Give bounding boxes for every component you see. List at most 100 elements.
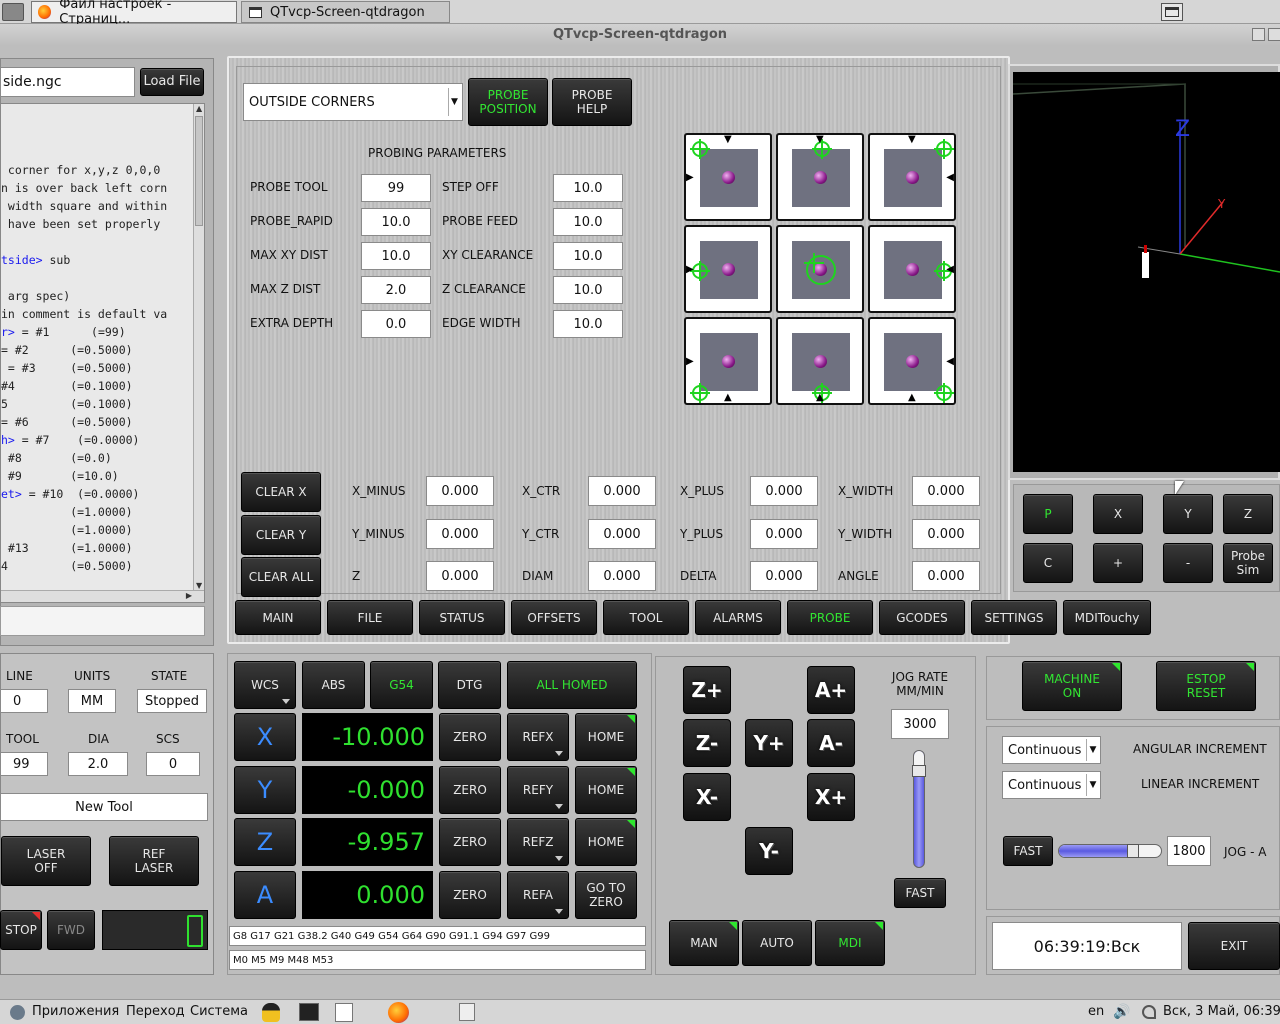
text-editor-icon[interactable] — [335, 1003, 353, 1022]
linear-increment-select[interactable]: Continuous ▼ — [1002, 771, 1101, 799]
clear-button[interactable]: CLEAR X — [241, 472, 321, 512]
axis-y-button[interactable]: Y — [234, 766, 296, 814]
ref-laser-button[interactable]: REF LASER — [109, 836, 199, 886]
jog-a-plus-button[interactable]: A+ — [807, 666, 855, 714]
tab-main[interactable]: MAIN — [235, 600, 321, 635]
minimize-icon[interactable] — [1252, 28, 1265, 41]
exit-button[interactable]: EXIT — [1188, 922, 1280, 970]
zero-z-button[interactable]: ZERO — [439, 818, 501, 866]
jog-y-plus-button[interactable]: Y+ — [745, 719, 793, 767]
slider-handle[interactable] — [1127, 844, 1139, 858]
param-input[interactable]: 0.0 — [361, 310, 431, 338]
menu-applications[interactable]: Приложения — [32, 1004, 119, 1019]
jog-y-minus-button[interactable]: Y- — [745, 827, 793, 875]
tab-settings[interactable]: SETTINGS — [971, 600, 1057, 635]
jog-z-plus-button[interactable]: Z+ — [683, 666, 731, 714]
probe-diagram-cell[interactable]: ▶ — [684, 225, 772, 313]
ref-y-button[interactable]: REFY — [507, 766, 569, 814]
preview-button-2[interactable]: Y — [1163, 494, 1213, 534]
probe-diagram-cell[interactable]: ▼ ▶ — [684, 133, 772, 221]
tab-offsets[interactable]: OFFSETS — [511, 600, 597, 635]
tab-status[interactable]: STATUS — [419, 600, 505, 635]
network-icon[interactable] — [1142, 1005, 1156, 1019]
probe-diagram-cell[interactable]: ▲ — [776, 317, 864, 405]
probe-diagram-cell[interactable]: ◀ — [868, 225, 956, 313]
probe-diagram-cell[interactable]: ▼ — [776, 133, 864, 221]
mode-man-button[interactable]: MAN — [669, 920, 739, 966]
param-input[interactable]: 99 — [361, 174, 431, 202]
param-input[interactable]: 10.0 — [553, 208, 623, 236]
home-x-button[interactable]: HOME — [575, 713, 637, 761]
ref-a-button[interactable]: REFA — [507, 871, 569, 919]
probe-diagram-cell[interactable] — [776, 225, 864, 313]
ref-z-button[interactable]: REFZ — [507, 818, 569, 866]
probe-diagram-cell[interactable]: ▼ ◀ — [868, 133, 956, 221]
jog-a-fast-button[interactable]: FAST — [1003, 836, 1053, 866]
angular-increment-select[interactable]: Continuous ▼ — [1002, 736, 1101, 764]
machine-on-button[interactable]: MACHINE ON — [1022, 661, 1122, 711]
jog-x-minus-button[interactable]: X- — [683, 773, 731, 821]
home-a-button[interactable]: GO TO ZERO — [575, 871, 637, 919]
param-input[interactable]: 10.0 — [553, 242, 623, 270]
firefox-icon[interactable] — [388, 1002, 409, 1023]
home-y-button[interactable]: HOME — [575, 766, 637, 814]
tux-icon[interactable] — [262, 1003, 280, 1022]
estop-reset-button[interactable]: ESTOP RESET — [1156, 661, 1256, 711]
param-input[interactable]: 10.0 — [553, 310, 623, 338]
param-input[interactable]: 2.0 — [361, 276, 431, 304]
load-file-button[interactable]: Load File — [140, 68, 204, 96]
gcode-preview[interactable]: Y Z — [1013, 72, 1280, 472]
preview-button-3[interactable]: Z — [1223, 494, 1273, 534]
slider-handle[interactable] — [912, 765, 926, 777]
preview-button-0[interactable]: P — [1023, 494, 1073, 534]
probe-diagram-cell[interactable]: ▲ ◀ — [868, 317, 956, 405]
volume-icon[interactable]: 🔊 — [1113, 1004, 1130, 1020]
clear-button[interactable]: CLEAR Y — [241, 515, 321, 555]
all-homed-button[interactable]: ALL HOMED — [507, 661, 637, 709]
preview-button-7[interactable]: Probe Sim — [1223, 543, 1273, 583]
ref-x-button[interactable]: REFX — [507, 713, 569, 761]
menu-system[interactable]: Система — [190, 1004, 248, 1019]
probe-diagram-cell[interactable]: ▲ ▶ — [684, 317, 772, 405]
jog-a-slider[interactable] — [1058, 844, 1162, 858]
keyboard-layout[interactable]: en — [1088, 1004, 1104, 1019]
tab-tool[interactable]: TOOL — [603, 600, 689, 635]
jog-a-minus-button[interactable]: A- — [807, 719, 855, 767]
show-desktop-icon[interactable] — [1161, 3, 1183, 21]
abs-button[interactable]: ABS — [302, 661, 365, 709]
axis-z-button[interactable]: Z — [234, 818, 296, 866]
taskbar-tab-firefox[interactable]: Файл настроек - Страниц... — [31, 0, 237, 27]
zero-y-button[interactable]: ZERO — [439, 766, 501, 814]
mdi-input[interactable] — [0, 606, 205, 636]
probe-position-button[interactable]: PROBE POSITION — [468, 78, 548, 126]
g54-button[interactable]: G54 — [370, 661, 433, 709]
filename-field[interactable]: side.ngc — [0, 67, 135, 97]
param-input[interactable]: 10.0 — [361, 242, 431, 270]
preview-button-5[interactable]: + — [1093, 543, 1143, 583]
param-input[interactable]: 10.0 — [361, 208, 431, 236]
menu-places[interactable]: Переход — [126, 1004, 185, 1019]
jog-z-minus-button[interactable]: Z- — [683, 719, 731, 767]
axis-a-button[interactable]: A — [234, 871, 296, 919]
preview-button-1[interactable]: X — [1093, 494, 1143, 534]
dtg-button[interactable]: DTG — [438, 661, 501, 709]
clear-button[interactable]: CLEAR ALL — [241, 557, 321, 597]
preview-button-4[interactable]: C — [1023, 543, 1073, 583]
tab-gcodes[interactable]: GCODES — [879, 600, 965, 635]
mode-mdi-button[interactable]: MDI — [815, 920, 885, 966]
probe-mode-select[interactable]: OUTSIDE CORNERS ▼ — [243, 83, 463, 121]
jog-fast-button[interactable]: FAST — [894, 878, 946, 908]
jog-rate-slider[interactable] — [912, 750, 926, 868]
mode-auto-button[interactable]: AUTO — [742, 920, 812, 966]
probe-help-button[interactable]: PROBE HELP — [552, 78, 632, 126]
spindle-fwd-button[interactable]: FWD — [47, 910, 95, 950]
terminal-icon[interactable] — [299, 1003, 319, 1021]
maximize-icon[interactable] — [1268, 28, 1280, 41]
axis-x-button[interactable]: X — [234, 713, 296, 761]
new-tool-field[interactable]: New Tool — [0, 793, 208, 821]
param-input[interactable]: 10.0 — [553, 174, 623, 202]
spindle-stop-button[interactable]: STOP — [0, 910, 42, 950]
zero-a-button[interactable]: ZERO — [439, 871, 501, 919]
taskbar-tab-qtvcp[interactable]: QTvcp-Screen-qtdragon — [241, 1, 450, 23]
trash-icon[interactable] — [459, 1003, 475, 1021]
